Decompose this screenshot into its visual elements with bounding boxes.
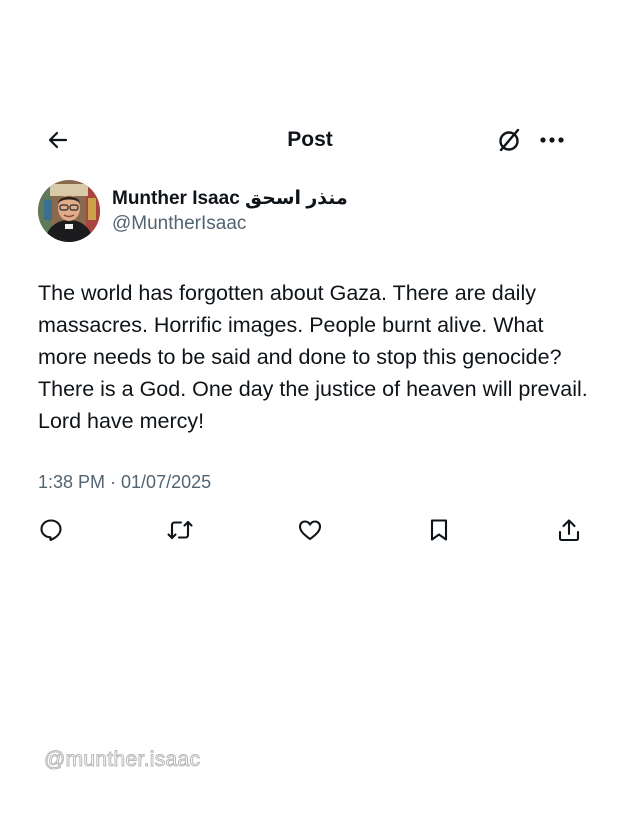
more-button[interactable] <box>536 124 568 156</box>
repost-icon <box>166 517 194 543</box>
page-title: Post <box>287 128 333 151</box>
heart-icon <box>297 517 323 543</box>
reply-icon <box>38 517 64 543</box>
post-text: The world has forgotten about Gaza. Ther… <box>38 281 588 433</box>
bookmark-icon <box>428 517 450 543</box>
grok-icon <box>496 127 522 153</box>
share-button[interactable] <box>553 514 585 546</box>
action-bar <box>0 514 620 546</box>
more-horizontal-icon <box>539 136 565 144</box>
author-handle[interactable]: @MuntherIsaac <box>112 213 246 235</box>
reply-button[interactable] <box>35 514 67 546</box>
watermark: @munther.isaac <box>43 748 201 772</box>
like-button[interactable] <box>294 514 326 546</box>
post-header: Post <box>0 118 620 162</box>
repost-button[interactable] <box>164 514 196 546</box>
grok-button[interactable] <box>493 124 525 156</box>
avatar[interactable] <box>38 180 100 242</box>
post-timestamp[interactable]: 1:38 PM · 01/07/2025 <box>38 472 211 493</box>
bookmark-button[interactable] <box>423 514 455 546</box>
post-author: Munther Isaac منذر اسحق @MuntherIsaac <box>38 178 578 244</box>
author-display-name[interactable]: Munther Isaac منذر اسحق <box>112 187 348 210</box>
share-icon <box>556 517 582 543</box>
